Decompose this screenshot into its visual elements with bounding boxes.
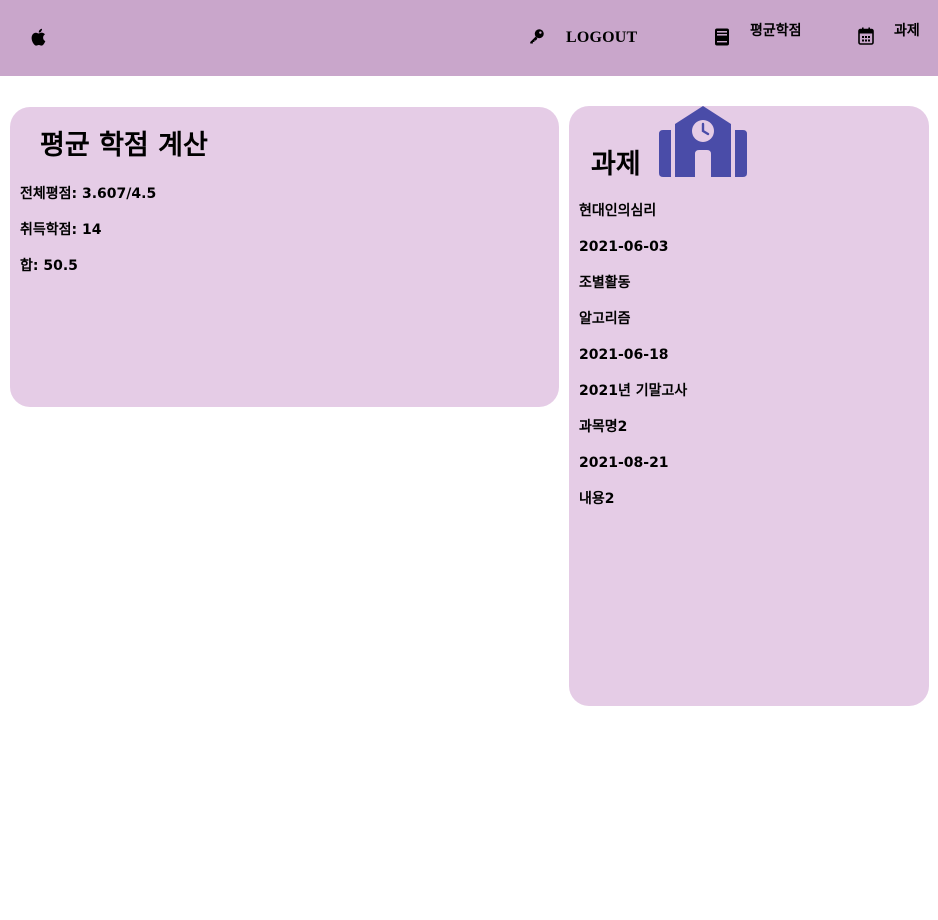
logout-link[interactable]: LOGOUT [528,27,637,49]
top-navbar: LOGOUT 평균학점 과제 [0,0,938,76]
book-icon [714,28,730,50]
tasks-card-header: 과제 [579,106,919,196]
apple-icon[interactable] [28,26,50,48]
task-item[interactable]: 현대인의심리 [579,202,919,238]
task-item[interactable]: 과목명2 [579,418,919,454]
task-item[interactable]: 2021년 기말고사 [579,382,919,418]
task-item[interactable]: 2021-06-18 [579,346,919,382]
school-clock-icon [651,106,747,178]
task-list: 현대인의심리 2021-06-03 조별활동 알고리즘 2021-06-18 2… [579,202,919,526]
tasks-card-title: 과제 [591,149,641,180]
calendar-icon [858,27,874,49]
tasks-card: 과제 현대인의심리 2021-06-03 조별활동 알고리즘 2021-06-1… [569,106,929,706]
gpa-sum: 합: 50.5 [20,258,78,274]
task-item[interactable]: 조별활동 [579,274,919,310]
logout-label: LOGOUT [566,29,638,46]
task-item[interactable]: 내용2 [579,490,919,526]
nav-tasks-link[interactable]: 과제 [858,20,920,49]
gpa-card: 평균 학점 계산 전체평점: 3.607/4.5 취득학점: 14 합: 50.… [10,107,559,407]
gpa-card-title: 평균 학점 계산 [40,130,208,161]
gpa-total: 전체평점: 3.607/4.5 [20,186,157,202]
nav-gpa-label: 평균학점 [750,23,802,39]
task-item[interactable]: 2021-06-03 [579,238,919,274]
key-icon [528,27,546,49]
task-item[interactable]: 알고리즘 [579,310,919,346]
task-item[interactable]: 2021-08-21 [579,454,919,490]
nav-tasks-label: 과제 [894,23,920,39]
nav-gpa-link[interactable]: 평균학점 [714,20,802,50]
gpa-credits: 취득학점: 14 [20,222,102,238]
